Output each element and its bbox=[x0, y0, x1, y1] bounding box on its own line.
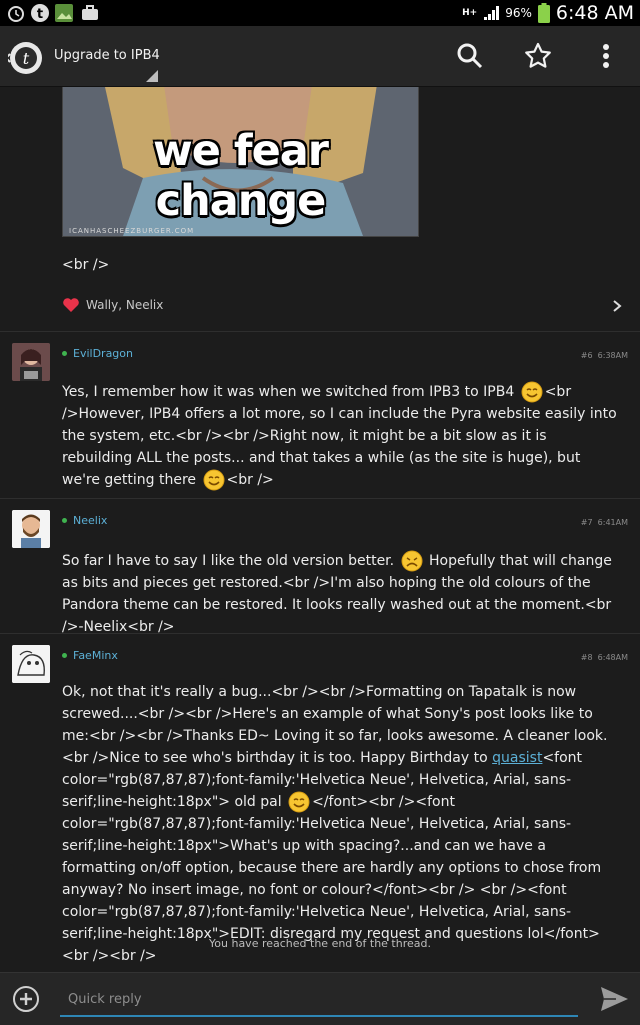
battery-icon bbox=[537, 3, 550, 23]
post-trailing-text: <br /> bbox=[62, 257, 110, 273]
online-status-dot bbox=[62, 351, 67, 356]
user-mention-link[interactable]: quasist bbox=[492, 750, 542, 766]
heart-icon bbox=[63, 298, 79, 312]
search-icon[interactable] bbox=[454, 40, 486, 72]
page-title[interactable]: Upgrade to IPB4 bbox=[54, 48, 160, 63]
smiley-icon bbox=[288, 791, 310, 813]
post-image[interactable]: we fear change ICANHASCHEEZBURGER.COM bbox=[62, 87, 419, 237]
post-time: 6:48AM bbox=[597, 653, 628, 662]
briefcase-notification-icon bbox=[82, 5, 98, 20]
post-text: Yes, I remember how it was when we switc… bbox=[62, 384, 519, 400]
svg-text:t: t bbox=[23, 49, 30, 68]
likes-row[interactable]: Wally, Neelix bbox=[62, 297, 163, 313]
likes-names: Wally, Neelix bbox=[86, 298, 164, 312]
gallery-notification-icon bbox=[55, 4, 73, 22]
add-attachment-icon[interactable] bbox=[12, 985, 40, 1013]
battery-percent: 96% bbox=[505, 6, 532, 20]
author-name[interactable]: EvilDragon bbox=[73, 347, 133, 360]
star-icon[interactable] bbox=[522, 40, 554, 72]
send-icon[interactable] bbox=[598, 983, 630, 1015]
avatar[interactable] bbox=[12, 510, 50, 548]
avatar-image bbox=[12, 645, 50, 683]
post-body: So far I have to say I like the old vers… bbox=[62, 550, 618, 638]
status-bar: t H+ 96% 6:48 AM bbox=[0, 0, 640, 26]
meme-credit: ICANHASCHEEZBURGER.COM bbox=[69, 227, 195, 235]
app-logo-icon[interactable]: t bbox=[8, 40, 44, 76]
post-meta: #7 6:41AM bbox=[581, 518, 628, 527]
quick-reply-bar bbox=[0, 972, 640, 1025]
post-number: #8 bbox=[580, 653, 593, 662]
post-text: <br /> bbox=[226, 472, 274, 488]
online-status-dot bbox=[62, 653, 67, 658]
overflow-menu-icon[interactable] bbox=[590, 40, 622, 72]
avatar[interactable] bbox=[12, 645, 50, 683]
post-body: Yes, I remember how it was when we switc… bbox=[62, 381, 618, 491]
post-divider bbox=[0, 498, 640, 499]
dropdown-indicator[interactable] bbox=[146, 70, 158, 82]
post-time: 6:41AM bbox=[597, 518, 628, 527]
meme-caption: we fear change bbox=[153, 126, 329, 226]
post-divider bbox=[0, 633, 640, 634]
post-meta: #8 6:48AM bbox=[581, 653, 628, 662]
smiley-icon bbox=[521, 381, 543, 403]
smiley-icon bbox=[203, 469, 224, 491]
chevron-right-icon[interactable] bbox=[612, 299, 622, 313]
author-name[interactable]: Neelix bbox=[73, 514, 107, 527]
sad-smiley-icon bbox=[401, 550, 423, 572]
signal-icon bbox=[484, 6, 500, 20]
quick-reply-input[interactable] bbox=[60, 983, 578, 1017]
avatar-image bbox=[12, 343, 50, 381]
post-meta: #6 6:38AM bbox=[581, 351, 628, 360]
post-body: Ok, not that it's really a bug...<br /><… bbox=[62, 681, 618, 967]
clock: 6:48 AM bbox=[555, 2, 634, 24]
post-divider bbox=[0, 331, 640, 332]
tapatalk-notification-icon: t bbox=[31, 4, 49, 22]
avatar[interactable] bbox=[12, 343, 50, 381]
post-number: #7 bbox=[580, 518, 593, 527]
end-of-thread-note: You have reached the end of the thread. bbox=[209, 937, 431, 950]
post-number: #6 bbox=[580, 351, 593, 360]
author-name[interactable]: FaeMinx bbox=[73, 649, 118, 662]
svg-text:t: t bbox=[37, 7, 43, 22]
post-time: 6:38AM bbox=[597, 351, 628, 360]
app-bar: t Upgrade to IPB4 bbox=[0, 26, 640, 87]
thread-content[interactable]: we fear change ICANHASCHEEZBURGER.COM <b… bbox=[0, 87, 640, 972]
network-type-indicator: H+ bbox=[462, 7, 478, 18]
post-text: So far I have to say I like the old vers… bbox=[62, 553, 399, 569]
avatar-image bbox=[12, 510, 50, 548]
alarm-icon bbox=[8, 6, 24, 22]
online-status-dot bbox=[62, 518, 67, 523]
